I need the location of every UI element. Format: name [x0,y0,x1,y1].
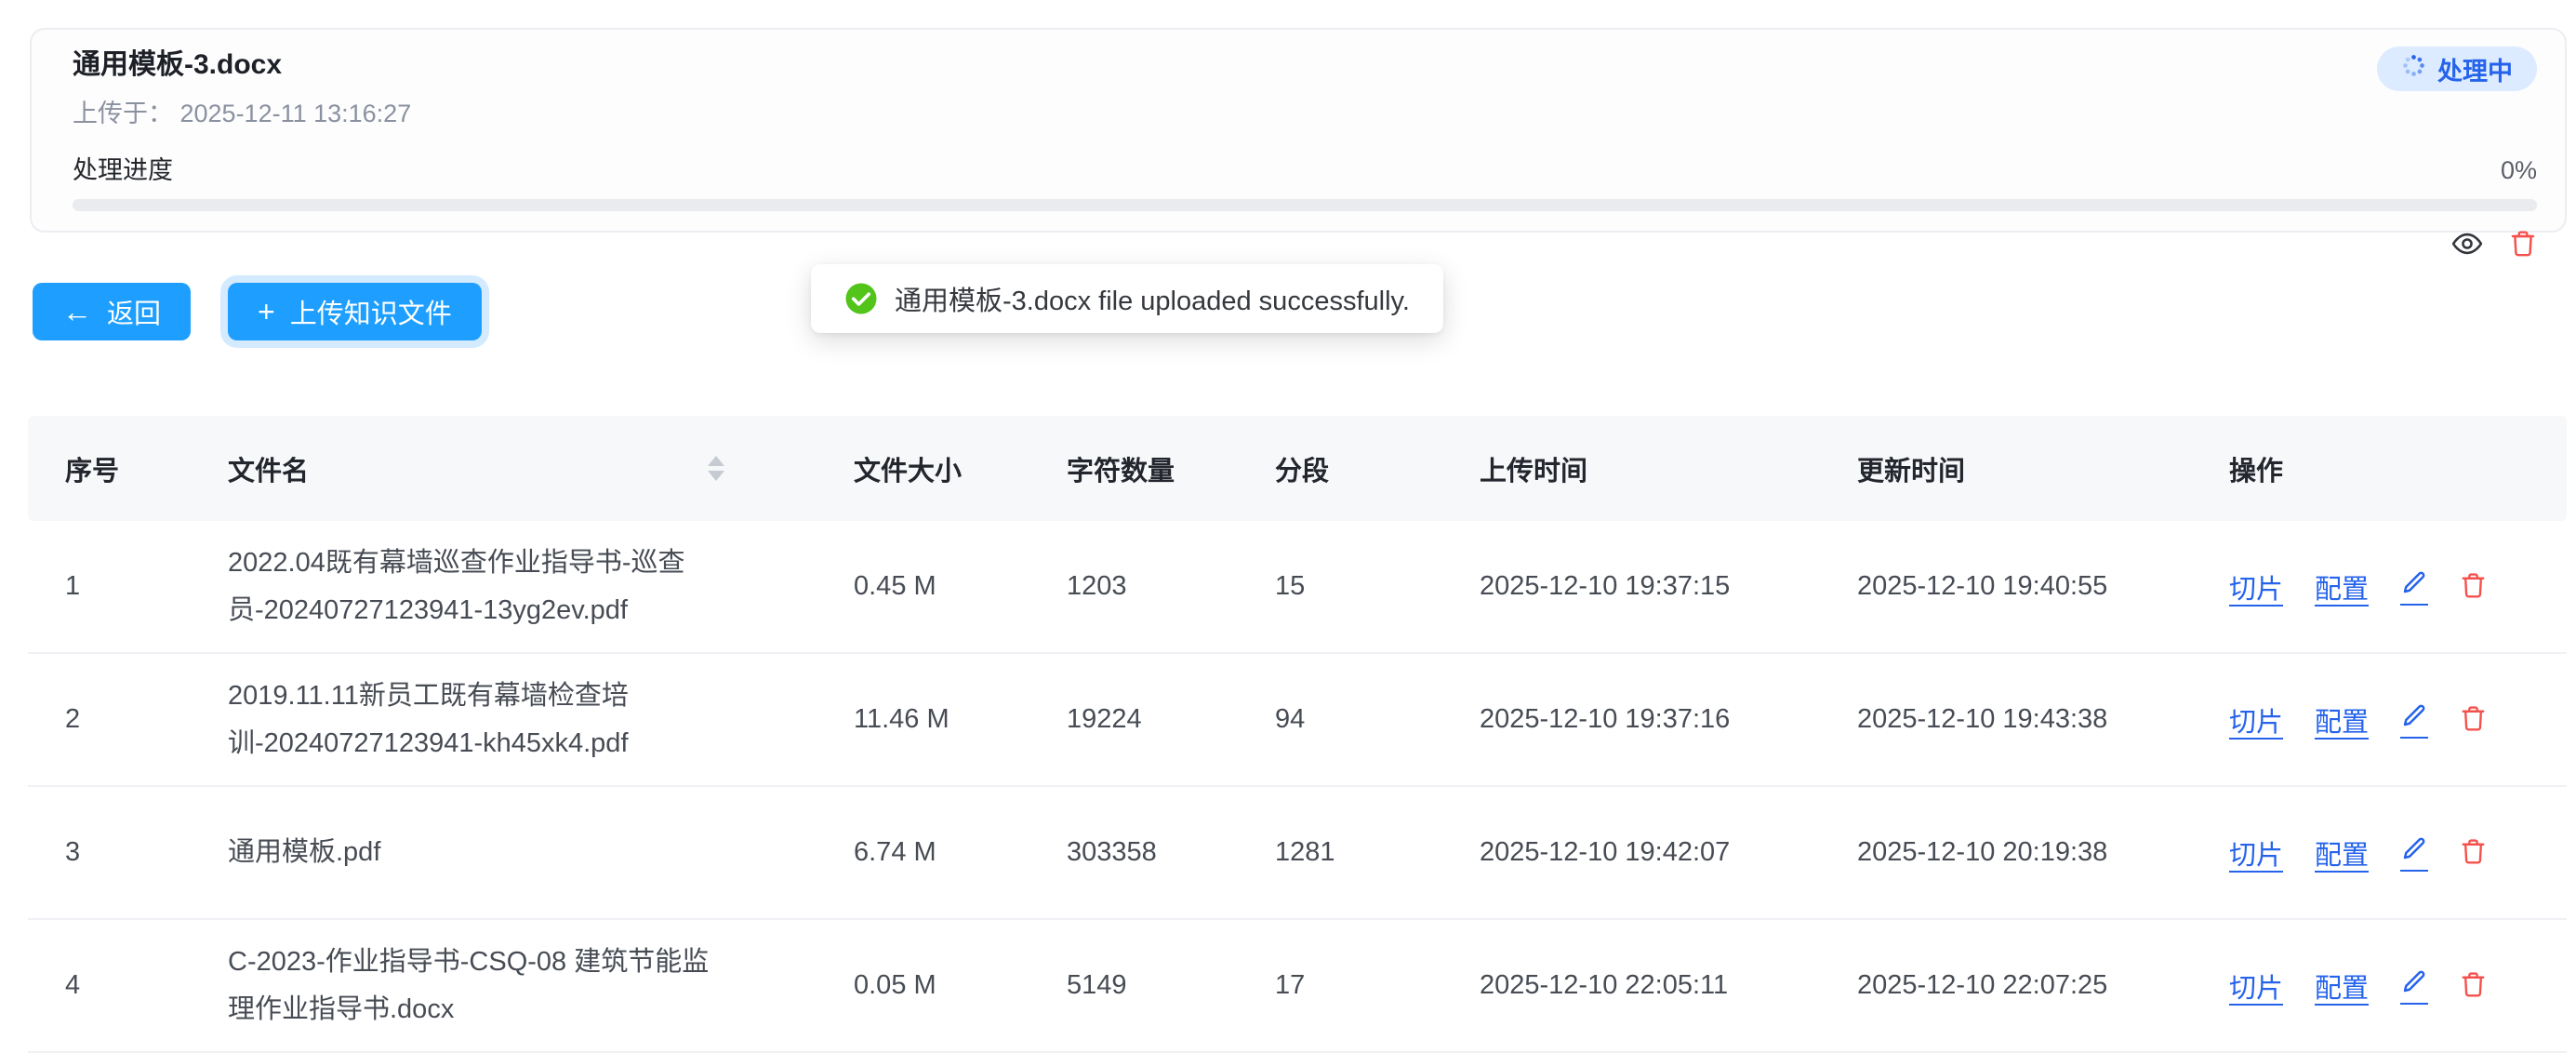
cell-index: 4 [28,970,191,1001]
action-config-link[interactable]: 配置 [2315,833,2369,873]
action-delete-button[interactable] [2460,704,2487,736]
toolbar: ← 返回 + 上传知识文件 [33,283,482,340]
upload-file-button[interactable]: + 上传知识文件 [228,283,482,340]
cell-upload-time: 2025-12-10 19:42:07 [1442,837,1820,868]
action-edit-button[interactable] [2400,834,2428,872]
plus-icon: + [258,297,275,327]
cell-upload-time: 2025-12-10 19:37:15 [1442,571,1820,602]
action-slice-link[interactable]: 切片 [2229,567,2283,606]
cell-upload-time: 2025-12-10 19:37:16 [1442,704,1820,735]
edit-pencil-icon [2400,701,2428,732]
header-filesize: 文件大小 [817,449,1029,488]
action-edit-button[interactable] [2400,568,2428,606]
table-row: 4 C-2023-作业指导书-CSQ-08 建筑节能监理作业指导书.docx 0… [28,920,2567,1053]
action-slice-link[interactable]: 切片 [2229,700,2283,740]
back-arrow-icon: ← [62,297,92,327]
header-filename-label: 文件名 [228,449,309,488]
progress-percent: 0% [2501,156,2537,185]
cell-filesize: 11.46 M [817,704,1029,735]
cell-filename: 2019.11.11新员工既有幕墙检查培训-20240727123941-kh4… [191,673,817,767]
cell-segments: 1281 [1238,837,1442,868]
table-row: 3 通用模板.pdf 6.74 M 303358 1281 2025-12-10… [28,787,2567,920]
action-edit-button[interactable] [2400,701,2428,739]
trash-icon [2460,837,2487,869]
back-button-label: 返回 [107,292,161,331]
cell-charcount: 19224 [1029,704,1238,735]
action-delete-button[interactable] [2460,837,2487,869]
cell-index: 2 [28,704,191,735]
cell-segments: 15 [1238,571,1442,602]
cell-segments: 94 [1238,704,1442,735]
header-filename[interactable]: 文件名 [191,449,817,488]
status-badge-label: 处理中 [2437,51,2513,87]
action-delete-button[interactable] [2460,571,2487,603]
cell-update-time: 2025-12-10 22:07:25 [1820,970,2192,1001]
cell-filesize: 6.74 M [817,837,1029,868]
cell-filename: 通用模板.pdf [191,829,817,876]
header-index: 序号 [28,449,191,488]
edit-pencil-icon [2400,834,2428,865]
cell-update-time: 2025-12-10 19:43:38 [1820,704,2192,735]
uploaded-at-text: 上传于： 2025-12-11 13:16:27 [73,93,2537,129]
cell-update-time: 2025-12-10 20:19:38 [1820,837,2192,868]
table-row: 1 2022.04既有幕墙巡查作业指导书-巡查员-20240727123941-… [28,521,2567,654]
sort-carets-icon[interactable] [704,452,728,485]
header-actions: 操作 [2192,449,2567,488]
action-slice-link[interactable]: 切片 [2229,966,2283,1006]
toast-message: 通用模板-3.docx file uploaded successfully. [895,279,1410,318]
cell-charcount: 303358 [1029,837,1238,868]
header-update-time: 更新时间 [1820,449,2192,488]
delete-upload-button[interactable] [2509,229,2537,259]
cell-segments: 17 [1238,970,1442,1001]
header-segments: 分段 [1238,449,1442,488]
trash-icon [2460,571,2487,603]
file-table: 序号 文件名 文件大小 字符数量 分段 上传时间 更新时间 操作 1 2022.… [28,416,2567,1053]
progress-bar [73,199,2537,211]
upload-button-label: 上传知识文件 [290,292,452,331]
cell-upload-time: 2025-12-10 22:05:11 [1442,970,1820,1001]
cell-index: 3 [28,837,191,868]
table-header-row: 序号 文件名 文件大小 字符数量 分段 上传时间 更新时间 操作 [28,416,2567,521]
cell-filename: 2022.04既有幕墙巡查作业指导书-巡查员-20240727123941-13… [191,540,817,634]
success-check-icon [844,282,878,315]
cell-filename: C-2023-作业指导书-CSQ-08 建筑节能监理作业指导书.docx [191,939,817,1033]
upload-success-toast: 通用模板-3.docx file uploaded successfully. [811,264,1443,333]
cell-filesize: 0.45 M [817,571,1029,602]
cell-update-time: 2025-12-10 19:40:55 [1820,571,2192,602]
action-slice-link[interactable]: 切片 [2229,833,2283,873]
upload-processing-card: 通用模板-3.docx 处理中 上传于： 2025-12-11 13:16:27… [30,28,2567,233]
cell-charcount: 5149 [1029,970,1238,1001]
action-delete-button[interactable] [2460,970,2487,1002]
edit-pencil-icon [2400,967,2428,998]
preview-button[interactable] [2451,228,2483,260]
back-button[interactable]: ← 返回 [33,283,191,340]
action-config-link[interactable]: 配置 [2315,700,2369,740]
table-row: 2 2019.11.11新员工既有幕墙检查培训-20240727123941-k… [28,654,2567,787]
trash-icon [2460,704,2487,736]
action-config-link[interactable]: 配置 [2315,567,2369,606]
action-config-link[interactable]: 配置 [2315,966,2369,1006]
cell-filesize: 0.05 M [817,970,1029,1001]
progress-label: 处理进度 [73,150,173,186]
edit-pencil-icon [2400,568,2428,599]
uploading-file-title: 通用模板-3.docx [73,45,282,86]
cell-charcount: 1203 [1029,571,1238,602]
loading-spinner-icon [2401,53,2426,85]
cell-index: 1 [28,571,191,602]
trash-icon [2460,970,2487,1002]
action-edit-button[interactable] [2400,967,2428,1005]
status-badge: 处理中 [2377,47,2537,91]
header-upload-time: 上传时间 [1442,449,1820,488]
header-charcount: 字符数量 [1029,449,1238,488]
